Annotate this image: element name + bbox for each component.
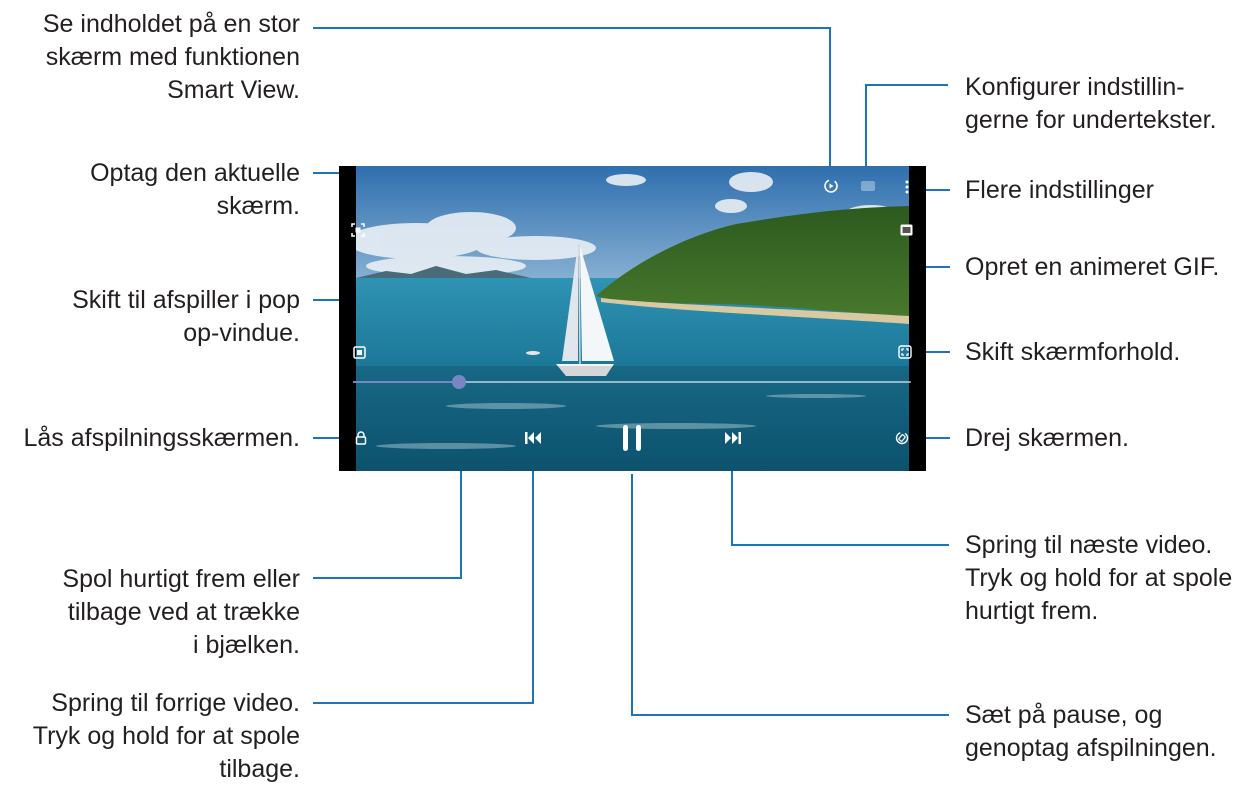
aspect-ratio-icon[interactable] bbox=[896, 343, 914, 361]
next-description: Spring til næste video. Tryk og hold for… bbox=[965, 531, 1233, 625]
callout-line-subtitles bbox=[865, 84, 948, 175]
ratio-description: Skift skærmforhold. bbox=[965, 338, 1181, 366]
seek-bar-thumb[interactable] bbox=[452, 375, 467, 389]
seek-bar[interactable] bbox=[353, 375, 911, 389]
seek-bar-progress bbox=[353, 381, 460, 383]
subtitles-description: Konfigurer indstillin- gerne for underte… bbox=[965, 73, 1217, 134]
capture-icon[interactable] bbox=[349, 221, 367, 239]
gif-icon[interactable] bbox=[897, 222, 915, 238]
callout-line-smart-view bbox=[313, 27, 831, 180]
previous-icon[interactable] bbox=[523, 428, 543, 448]
pause-description: Sæt på pause, og genoptag afspilningen. bbox=[965, 701, 1217, 762]
subtitles-icon[interactable] bbox=[858, 178, 878, 194]
seek-description: Spol hurtigt frem eller tilbage ved at t… bbox=[62, 565, 300, 659]
rotate-description: Drej skærmen. bbox=[965, 424, 1129, 452]
more-options-description: Flere indstillinger bbox=[965, 176, 1154, 204]
smart-view-icon[interactable] bbox=[821, 176, 841, 196]
next-icon[interactable] bbox=[723, 428, 743, 448]
pause-icon[interactable] bbox=[618, 422, 646, 454]
previous-description: Spring til forrige video. Tryk og hold f… bbox=[32, 689, 300, 783]
smart-view-description: Se indholdet på en stor skærm med funkti… bbox=[42, 10, 300, 104]
more-options-icon[interactable] bbox=[899, 178, 915, 196]
video-player-screen bbox=[339, 166, 926, 471]
lock-icon[interactable] bbox=[352, 429, 370, 447]
rotate-icon[interactable] bbox=[893, 429, 911, 447]
callout-line-previous bbox=[313, 456, 534, 704]
gif-description: Opret en animeret GIF. bbox=[965, 253, 1220, 281]
popup-player-icon[interactable] bbox=[350, 343, 368, 361]
capture-description: Optag den aktuelle skærm. bbox=[90, 159, 300, 220]
lock-description: Lås afspilningsskærmen. bbox=[23, 424, 300, 452]
callout-line-pause bbox=[631, 474, 949, 716]
popup-description: Skift til afspiller i pop op-vindue. bbox=[72, 286, 300, 347]
